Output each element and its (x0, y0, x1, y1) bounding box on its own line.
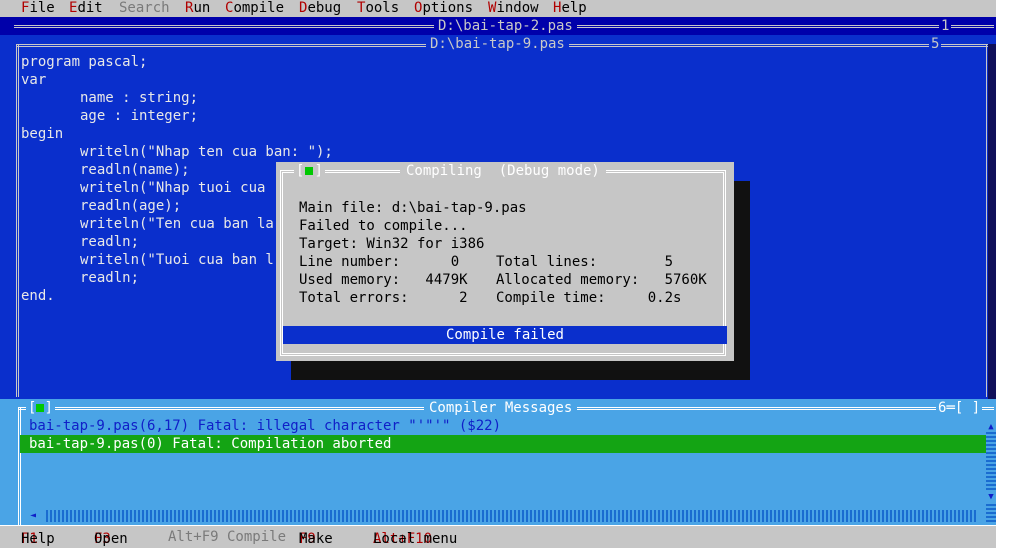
message-item[interactable]: bai-tap-9.pas(6,17) Fatal: illegal chara… (29, 417, 501, 435)
editor-frame-left (16, 45, 19, 397)
screen-edge (996, 0, 1024, 548)
messages-frame-left (18, 407, 21, 525)
compile-result-bar: Compile failed (283, 326, 727, 344)
menu-run[interactable]: Run (185, 0, 210, 17)
menu-bar: File Edit Search Run Compile Debug Tools… (0, 0, 996, 17)
code-line[interactable]: var (21, 71, 46, 89)
background-window-number: 1 (939, 17, 952, 35)
scroll-down-icon[interactable]: ▼ (986, 492, 996, 502)
allocated-memory-label: Allocated memory: 5760K (496, 272, 707, 288)
background-window-title: D:\bai-tap-2.pas (434, 17, 577, 35)
menu-debug[interactable]: Debug (299, 0, 341, 17)
menu-file[interactable]: File (21, 0, 55, 17)
compile-status-text: Failed to compile... (299, 218, 468, 234)
messages-title: Compiler Messages (424, 399, 578, 417)
status-line: F1 Help F3 Open Alt+F9 Compile F9 Make A… (0, 526, 996, 548)
messages-horizontal-scrollbar[interactable]: ◄ (30, 510, 978, 522)
menu-tools[interactable]: Tools (357, 0, 399, 17)
code-line[interactable]: readln; (21, 233, 139, 251)
target-label: Target: Win32 for i386 (299, 236, 485, 252)
editor-scrollbar[interactable] (988, 44, 996, 400)
code-line[interactable]: age : integer; (21, 107, 198, 125)
menu-compile[interactable]: Compile (225, 0, 284, 17)
dialog-close-button[interactable]: [] (294, 163, 325, 179)
used-memory-label: Used memory: 4479K (299, 272, 468, 288)
menu-window[interactable]: Window (488, 0, 539, 17)
code-line[interactable]: name : string; (21, 89, 198, 107)
messages-close-button[interactable]: [] (26, 399, 55, 417)
code-line[interactable]: writeln("Ten cua ban la (21, 215, 274, 233)
code-line[interactable]: program pascal; (21, 53, 147, 71)
total-lines-label: Total lines: 5 (496, 254, 674, 270)
code-line[interactable]: readln(name); (21, 161, 190, 179)
code-line[interactable]: end. (21, 287, 55, 305)
menu-options[interactable]: Options (414, 0, 473, 17)
messages-window-number: 6═[ ] (936, 399, 983, 417)
dialog-title: Compiling (Debug mode) (400, 162, 606, 180)
close-icon (36, 404, 45, 412)
message-item-selected[interactable]: bai-tap-9.pas(0) Fatal: Compilation abor… (20, 435, 988, 453)
compiler-messages-window[interactable]: [] Compiler Messages 6═[ ] bai-tap-9.pas… (0, 399, 996, 525)
scroll-left-icon[interactable]: ◄ (30, 510, 44, 522)
line-number-label: Line number: 0 (299, 254, 460, 270)
compile-shortcut[interactable]: Alt+F9 Compile (168, 528, 286, 546)
scroll-up-icon[interactable]: ▲ (986, 422, 996, 432)
total-errors-label: Total errors: 2 (299, 290, 468, 306)
messages-vertical-scrollbar[interactable]: ▲ ▼ (986, 422, 996, 522)
editor-window-number: 5 (929, 35, 942, 53)
code-line[interactable]: begin (21, 125, 63, 143)
menu-search[interactable]: Search (119, 0, 170, 17)
compile-time-label: Compile time: 0.2s (496, 290, 682, 306)
main-file-label: Main file: d:\bai-tap-9.pas (299, 200, 527, 216)
code-line[interactable]: writeln("Nhap ten cua ban: "); (21, 143, 333, 161)
code-line[interactable]: writeln("Nhap tuoi cua (21, 179, 265, 197)
menu-help[interactable]: Help (553, 0, 587, 17)
menu-edit[interactable]: Edit (69, 0, 103, 17)
close-icon (305, 167, 314, 175)
code-line[interactable]: writeln("Tuoi cua ban l (21, 251, 274, 269)
compile-dialog: [] Compiling (Debug mode) Main file: d:\… (276, 162, 734, 361)
code-line[interactable]: readln(age); (21, 197, 181, 215)
editor-window-title: D:\bai-tap-9.pas (426, 35, 569, 53)
code-line[interactable]: readln; (21, 269, 139, 287)
background-window[interactable]: D:\bai-tap-2.pas 1 (0, 17, 996, 35)
